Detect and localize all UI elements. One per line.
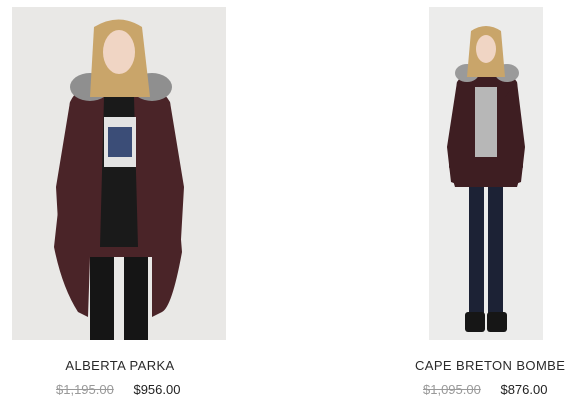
sale-price: $956.00 <box>133 382 181 397</box>
original-price: $1,095.00 <box>423 382 481 397</box>
product-image-cape-breton-bomber[interactable] <box>429 7 543 340</box>
product-name[interactable]: CAPE BRETON BOMBER <box>415 358 565 373</box>
original-price: $1,195.00 <box>56 382 114 397</box>
price-row: $1,195.00 $956.00 <box>56 382 180 397</box>
product-name[interactable]: ALBERTA PARKA <box>0 358 240 373</box>
sale-price: $876.00 <box>500 382 548 397</box>
price-row: $1,095.00 $876.00 <box>423 382 547 397</box>
model-photo <box>429 7 543 340</box>
model-photo <box>12 7 226 340</box>
product-image-alberta-parka[interactable] <box>12 7 226 340</box>
